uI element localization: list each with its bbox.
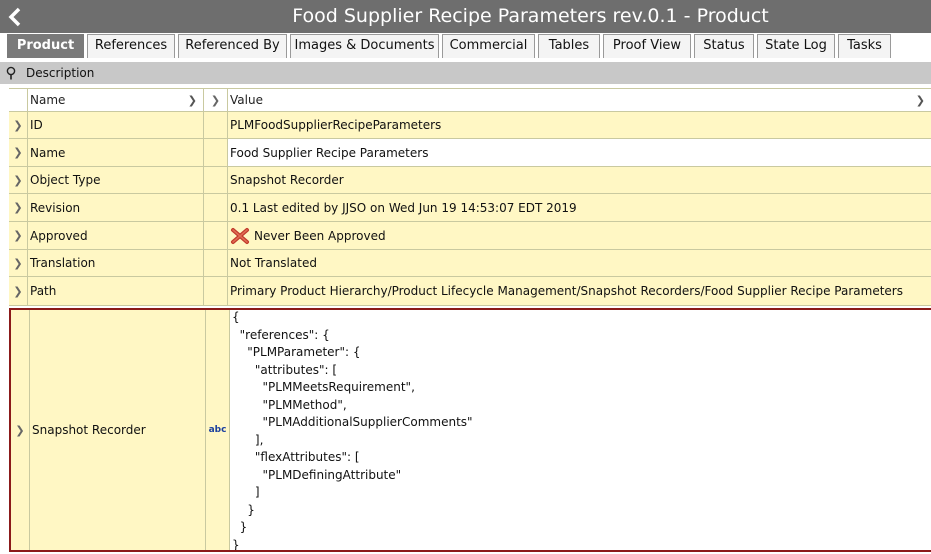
pin-icon[interactable] [0, 62, 22, 84]
header-name-cell[interactable]: Name ❯ [28, 89, 204, 111]
row-type-cell [204, 250, 228, 276]
row-value-cell[interactable]: Not Translated [228, 250, 931, 276]
row-name: Approved [30, 228, 88, 243]
row-value: Never Been Approved [254, 228, 386, 243]
row-type-cell: abc [206, 310, 230, 550]
row-expander[interactable]: ❯ [9, 222, 28, 249]
row-name: Snapshot Recorder [32, 423, 146, 437]
grid-header-row: Name ❯ ❯ Value ❯ [9, 88, 931, 112]
row-type-cell [204, 277, 228, 305]
chevron-right-icon[interactable]: ❯ [13, 201, 22, 214]
tab-commercial[interactable]: Commercial [442, 34, 535, 58]
chevron-right-icon[interactable]: ❯ [15, 424, 24, 437]
table-row[interactable]: ❯ Approved Never Been Approved [9, 222, 931, 250]
chevron-right-icon[interactable]: ❯ [211, 94, 220, 107]
chevron-right-icon[interactable]: ❯ [13, 257, 22, 270]
row-expander[interactable]: ❯ [9, 167, 28, 193]
row-value: Food Supplier Recipe Parameters [230, 145, 429, 160]
row-name-cell: Approved [28, 222, 204, 249]
header-value-cell[interactable]: Value ❯ [228, 89, 931, 111]
row-name-cell: Object Type [28, 167, 204, 193]
table-row[interactable]: ❯ Revision 0.1 Last edited by JJSO on We… [9, 194, 931, 222]
tab-bar: Product References Referenced By Images … [0, 33, 931, 58]
header-type-cell[interactable]: ❯ [204, 89, 228, 111]
chevron-right-icon[interactable]: ❯ [13, 119, 22, 132]
row-expander[interactable]: ❯ [9, 112, 28, 138]
row-type-cell [204, 139, 228, 166]
row-name: Translation [30, 256, 96, 270]
row-type-cell [204, 167, 228, 193]
tab-proof-view[interactable]: Proof View [603, 34, 691, 58]
row-expander[interactable]: ❯ [11, 310, 30, 550]
row-expander[interactable]: ❯ [9, 194, 28, 221]
not-approved-icon [231, 227, 249, 244]
tab-references[interactable]: References [87, 34, 175, 58]
row-value-cell[interactable]: Food Supplier Recipe Parameters [228, 139, 931, 166]
description-section-header[interactable]: Description [0, 62, 931, 84]
chevron-right-icon[interactable]: ❯ [13, 229, 22, 242]
row-value-cell[interactable]: Never Been Approved [228, 222, 931, 249]
tab-status[interactable]: Status [694, 34, 754, 58]
row-value: Snapshot Recorder [230, 173, 344, 187]
table-row[interactable]: ❯ Name Food Supplier Recipe Parameters [9, 139, 931, 167]
row-value: Primary Product Hierarchy/Product Lifecy… [230, 284, 903, 298]
row-value: 0.1 Last edited by JJSO on Wed Jun 19 14… [230, 200, 577, 215]
row-name-cell: Revision [28, 194, 204, 221]
title-bar: Food Supplier Recipe Parameters rev.0.1 … [0, 0, 931, 33]
chevron-right-icon[interactable]: ❯ [13, 285, 22, 298]
tab-referenced-by[interactable]: Referenced By [178, 34, 287, 58]
row-type-cell [204, 112, 228, 138]
row-name: Path [30, 284, 57, 298]
row-name-cell: ID [28, 112, 204, 138]
chevron-right-icon[interactable]: ❯ [188, 94, 197, 107]
row-name-cell: Translation [28, 250, 204, 276]
chevron-right-icon[interactable]: ❯ [13, 146, 22, 159]
snapshot-json-text[interactable]: { "references": { "PLMParameter": { "att… [232, 310, 473, 550]
row-expander[interactable]: ❯ [9, 277, 28, 305]
tab-images-documents[interactable]: Images & Documents [290, 34, 439, 58]
row-type-cell [204, 222, 228, 249]
table-row[interactable]: ❯ Path Primary Product Hierarchy/Product… [9, 277, 931, 306]
chevron-right-icon[interactable]: ❯ [916, 94, 925, 107]
row-name-cell: Path [28, 277, 204, 305]
snapshot-json-editor[interactable]: { "references": { "PLMParameter": { "att… [230, 310, 931, 550]
row-name-cell: Name [28, 139, 204, 166]
tab-product[interactable]: Product [7, 34, 84, 58]
row-name: ID [30, 118, 43, 132]
row-value-cell[interactable]: 0.1 Last edited by JJSO on Wed Jun 19 14… [228, 194, 931, 221]
tab-state-log[interactable]: State Log [757, 34, 835, 58]
tab-tasks[interactable]: Tasks [838, 34, 891, 58]
table-row-selected[interactable]: ❯ Snapshot Recorder abc { "references": … [9, 308, 931, 552]
header-name-label: Name [30, 93, 66, 107]
row-name: Revision [30, 200, 81, 215]
row-value-cell[interactable]: Snapshot Recorder [228, 167, 931, 193]
row-value-cell[interactable]: PLMFoodSupplierRecipeParameters [228, 112, 931, 138]
row-value: PLMFoodSupplierRecipeParameters [230, 118, 442, 132]
window-title: Food Supplier Recipe Parameters rev.0.1 … [292, 5, 769, 27]
row-name-cell: Snapshot Recorder [30, 310, 206, 550]
row-type-cell [204, 194, 228, 221]
header-expander-cell [9, 89, 28, 111]
row-value-cell[interactable]: Primary Product Hierarchy/Product Lifecy… [228, 277, 931, 305]
row-expander[interactable]: ❯ [9, 139, 28, 166]
section-title: Description [26, 66, 95, 80]
header-value-label: Value [230, 93, 263, 107]
table-row[interactable]: ❯ ID PLMFoodSupplierRecipeParameters [9, 112, 931, 139]
text-type-badge: abc [208, 425, 227, 435]
row-name: Name [30, 145, 66, 160]
table-row[interactable]: ❯ Translation Not Translated [9, 250, 931, 277]
table-row[interactable]: ❯ Object Type Snapshot Recorder [9, 167, 931, 194]
tab-tables[interactable]: Tables [538, 34, 600, 58]
row-value: Not Translated [230, 256, 317, 270]
chevron-right-icon[interactable]: ❯ [13, 174, 22, 187]
row-name: Object Type [30, 173, 101, 187]
row-expander[interactable]: ❯ [9, 250, 28, 276]
